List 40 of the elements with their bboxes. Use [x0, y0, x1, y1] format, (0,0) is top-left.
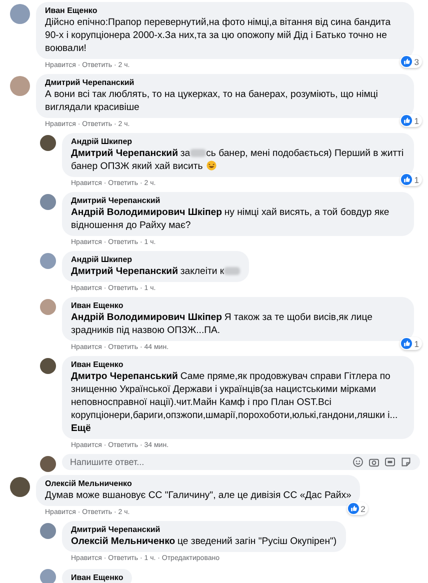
reaction-badge[interactable]: 1: [400, 114, 422, 127]
comment-author[interactable]: Иван Ещенко: [45, 5, 405, 16]
avatar[interactable]: [10, 477, 30, 497]
comment-author[interactable]: Иван Ещенко: [71, 359, 405, 370]
comment-text: Олексій Мельниченко це зведений загін "Русіш Окупірен"): [71, 535, 337, 548]
reaction-badge[interactable]: 3: [400, 55, 422, 68]
comment-author[interactable]: Андрій Шкипер: [71, 254, 240, 265]
comment-author[interactable]: Дмитрий Черепанский: [71, 195, 405, 206]
avatar[interactable]: [40, 135, 56, 151]
see-more-link[interactable]: Ещё: [71, 422, 405, 435]
comment-author[interactable]: Олексій Мельниченко: [45, 478, 352, 489]
avatar[interactable]: [40, 194, 56, 210]
comment-text: Дмитрий Черепанский за сь банер, мені подобається) Перший в житті банер ОПЗЖ який хай висить: [71, 147, 405, 173]
reply-input[interactable]: Напишите ответ...: [70, 457, 348, 467]
smiley-icon[interactable]: [352, 456, 364, 468]
comment-text: Дмитро Черепанський Саме пряме,як продовжувач справи Гітлера по знищенню Української Держави і українців(за нацистськими мірками неповносправної нації).чит.Майн Камф і про План OST.Всі корупціонери,бариги,опзжопи,шмарії,порохоботи,юлькі,гандони,ляшки і...: [71, 370, 399, 422]
comment-author[interactable]: Андрій Шкипер: [71, 136, 405, 147]
avatar[interactable]: [40, 523, 56, 539]
sticker-icon[interactable]: [400, 456, 412, 468]
comment-author[interactable]: Дмитрий Черепанский: [71, 524, 337, 535]
censored-blur: [190, 149, 206, 158]
gif-icon[interactable]: [384, 456, 396, 468]
comment-text: А вони всі так люблять, то на цукерках, то на банерах, розуміють, що німці виглядали красивіше: [45, 88, 379, 114]
reaction-badge[interactable]: 1: [400, 337, 422, 350]
comment-author[interactable]: Иван Ещенко: [71, 300, 405, 311]
avatar[interactable]: [40, 456, 56, 472]
avatar[interactable]: [40, 358, 56, 374]
reaction-badge[interactable]: 1: [400, 173, 422, 186]
reply-field[interactable]: Напишите ответ...: [62, 454, 420, 470]
laughing-emoji-icon: [206, 160, 217, 171]
comment-text: Думав може вшановує СС "Галичину", але це дивізія СС «Дас Райх»: [45, 489, 352, 502]
reaction-badge[interactable]: 2: [346, 502, 368, 515]
comment-text: Дмитрий Черепанский заклеіти к: [71, 265, 240, 278]
comment-author[interactable]: Дмитрий Черепанский: [45, 77, 405, 88]
comment-author[interactable]: Иван Ещенко: [71, 572, 124, 583]
censored-blur: [224, 267, 240, 276]
comment-text: Андрій Володимирович Шкіпер Я також за те щоби висів,як лице зрадників під назвою ОПЗЖ...ПА.: [71, 311, 374, 337]
camera-icon[interactable]: [368, 456, 380, 468]
comment-text: Дійсно епічно:Прапор перевернутий,на фото німці,а вітання від сина бандита 90-х і корупціонера 2000-х.За них,та за цю опожопу мій Дід і Батько точно не воювали!: [45, 16, 392, 55]
comment-text: Андрій Володимирович Шкіпер ну німці хай висять, а той бовдур яке відношення до Райху має?: [71, 206, 390, 232]
